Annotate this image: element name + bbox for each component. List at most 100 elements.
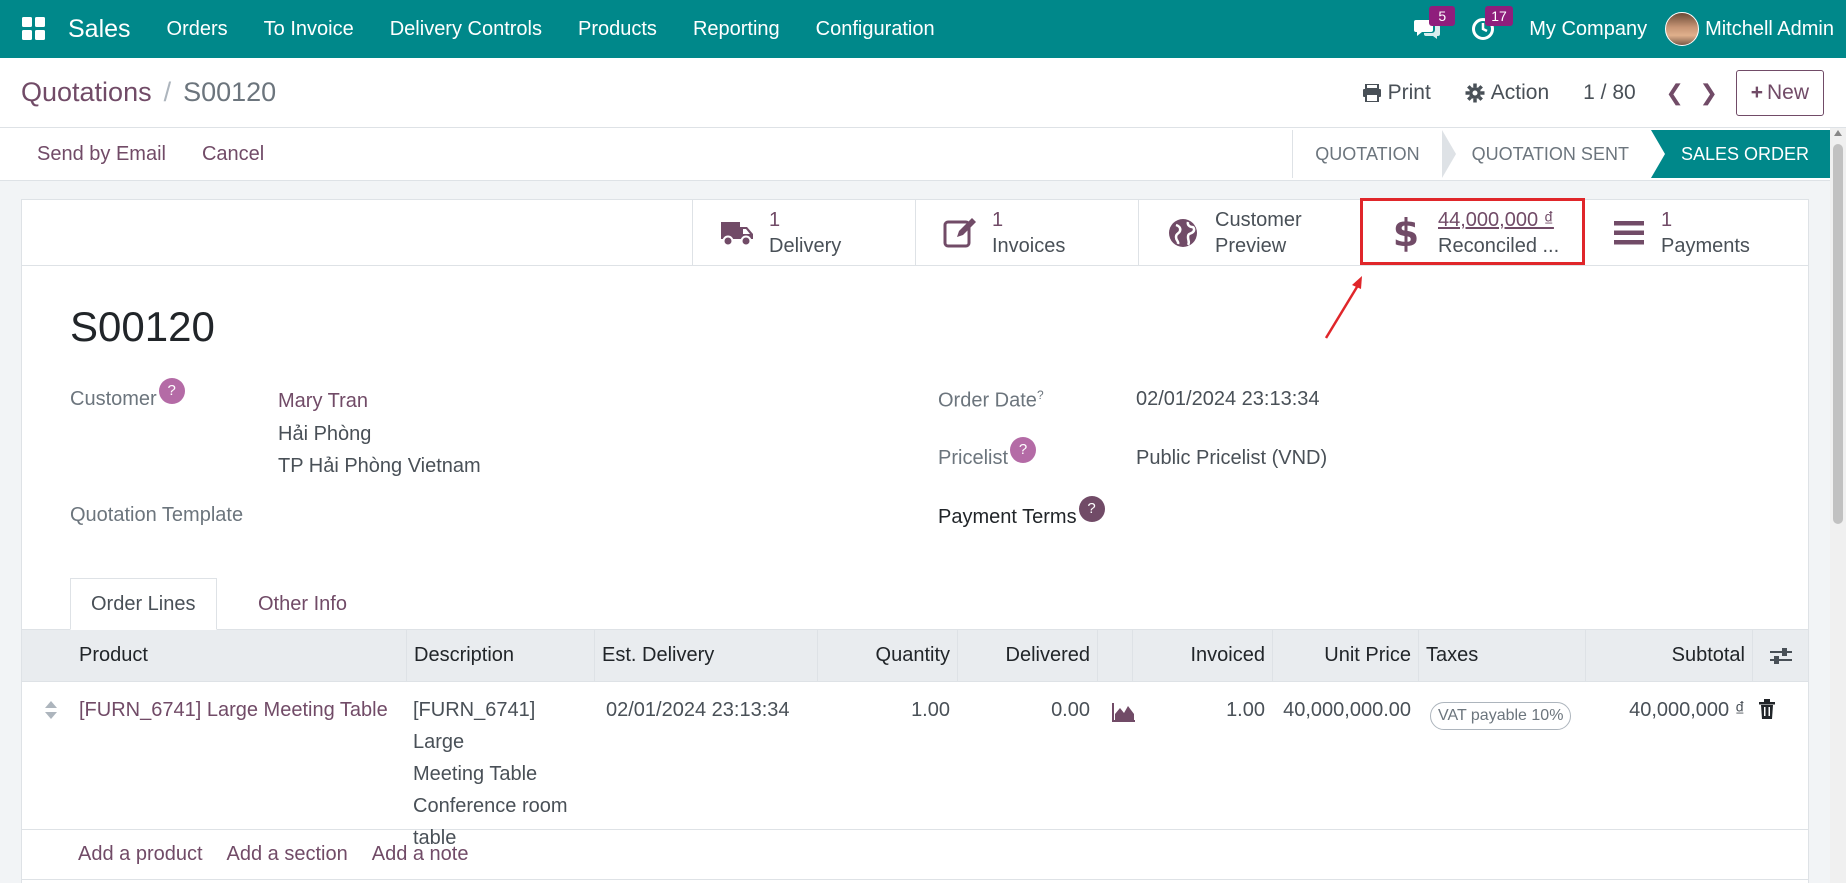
payment-terms-help-icon[interactable]: ?	[1078, 496, 1105, 522]
top-navbar: Sales Orders To Invoice Delivery Control…	[0, 0, 1846, 58]
control-panel: Quotations / S00120 Print Action 1 / 80 …	[0, 58, 1846, 128]
row-description-line: Meeting Table	[413, 763, 538, 785]
menu-reporting[interactable]: Reporting	[675, 0, 798, 58]
scroll-up-icon[interactable]	[1834, 130, 1842, 136]
invoices-label: Invoices	[992, 235, 1066, 257]
payments-smart-button[interactable]: 1 Payments	[1584, 200, 1808, 266]
svg-text:$: $	[1394, 214, 1418, 252]
row-taxes[interactable]: VAT payable 10%	[1423, 698, 1585, 730]
row-unit-price[interactable]: 40,000,000.00	[1272, 694, 1418, 726]
stage-sales-order[interactable]: SALES ORDER	[1650, 130, 1831, 178]
customer-preview-line2: Preview	[1215, 235, 1287, 257]
status-bar: Send by Email Cancel QUOTATION QUOTATION…	[0, 128, 1846, 181]
delivery-label: Delivery	[769, 235, 842, 257]
add-line-row: Add a product Add a section Add a note	[22, 830, 1808, 880]
breadcrumb-separator: /	[163, 77, 172, 107]
customer-city: Hải Phòng	[278, 423, 372, 445]
header-subtotal[interactable]: Subtotal	[1585, 630, 1752, 681]
user-menu[interactable]: Mitchell Admin	[1665, 12, 1846, 46]
app-brand[interactable]: Sales	[68, 15, 131, 44]
order-lines-header: Product Description Est. Delivery Quanti…	[22, 629, 1808, 682]
reconciled-amount-smart-button[interactable]: $ 44,000,000 ₫ Reconciled ...	[1361, 200, 1585, 266]
row-est-delivery[interactable]: 02/01/2024 23:13:34	[599, 694, 817, 726]
action-button[interactable]: Action	[1465, 81, 1549, 105]
header-product[interactable]: Product	[72, 630, 428, 681]
pricelist-value[interactable]: Public Pricelist (VND)	[1136, 447, 1327, 470]
drag-handle-icon[interactable]	[44, 699, 58, 724]
pricelist-label-text: Pricelist	[938, 447, 1009, 469]
row-description-line: [FURN_6741] Large	[413, 699, 536, 753]
page-scrollbar[interactable]	[1830, 128, 1846, 883]
menu-orders[interactable]: Orders	[149, 0, 246, 58]
header-quantity[interactable]: Quantity	[817, 630, 957, 681]
pager-next-icon[interactable]: ❯	[1692, 80, 1726, 106]
reconciled-label: Reconciled ...	[1438, 235, 1560, 257]
customer-name-link[interactable]: Mary Tran	[278, 390, 368, 413]
pager-value[interactable]: 1 / 80	[1583, 81, 1636, 105]
optional-columns-icon[interactable]	[1752, 630, 1808, 681]
customer-help-icon[interactable]: ?	[158, 378, 185, 404]
messages-button[interactable]: 5	[1399, 0, 1456, 58]
messages-count-badge: 5	[1429, 6, 1456, 26]
invoices-count: 1	[992, 209, 1004, 231]
tab-order-lines[interactable]: Order Lines	[70, 578, 217, 630]
customer-preview-line1: Customer	[1215, 209, 1302, 231]
order-date-value[interactable]: 02/01/2024 23:13:34	[1136, 388, 1320, 411]
add-product-link[interactable]: Add a product	[78, 843, 203, 866]
header-description[interactable]: Description	[406, 630, 594, 681]
payment-terms-label: Payment Terms?	[938, 496, 1105, 529]
add-section-link[interactable]: Add a section	[227, 843, 348, 866]
customer-preview-smart-button[interactable]: Customer Preview	[1138, 200, 1362, 266]
print-button[interactable]: Print	[1362, 81, 1431, 105]
send-by-email-button[interactable]: Send by Email	[37, 143, 166, 166]
new-button[interactable]: + New	[1735, 69, 1824, 116]
row-delivered: 0.00	[1051, 699, 1090, 721]
breadcrumb-current: S00120	[183, 77, 277, 107]
trash-icon[interactable]	[1759, 699, 1775, 724]
header-unit-price[interactable]: Unit Price	[1272, 630, 1418, 681]
plus-icon: +	[1750, 80, 1763, 104]
menu-configuration[interactable]: Configuration	[798, 0, 953, 58]
header-est-delivery[interactable]: Est. Delivery	[594, 630, 817, 681]
activities-button[interactable]: 17	[1455, 0, 1513, 58]
smart-button-bar: 1 Delivery 1 Invoices Customer Preview $…	[22, 200, 1808, 266]
gear-icon	[1465, 83, 1485, 102]
order-date-help-icon[interactable]: ?	[1037, 388, 1044, 402]
new-label: New	[1766, 80, 1809, 104]
row-quantity[interactable]: 1.00	[817, 694, 957, 726]
status-stages: QUOTATION QUOTATION SENT SALES ORDER	[1292, 130, 1831, 178]
dollar-icon: $	[1388, 214, 1424, 252]
apps-menu-icon[interactable]	[0, 0, 68, 58]
breadcrumb-quotations-link[interactable]: Quotations	[21, 77, 152, 108]
menu-delivery-controls[interactable]: Delivery Controls	[372, 0, 560, 58]
customer-label: Customer?	[70, 378, 185, 411]
pricelist-help-icon[interactable]: ?	[1010, 437, 1037, 463]
payment-terms-label-text: Payment Terms	[938, 506, 1077, 528]
pager-previous-icon[interactable]: ❮	[1658, 80, 1692, 106]
print-icon	[1362, 83, 1381, 102]
stage-quotation[interactable]: QUOTATION	[1292, 130, 1442, 178]
stage-quotation-sent[interactable]: QUOTATION SENT	[1441, 130, 1651, 178]
scroll-thumb[interactable]	[1833, 144, 1843, 524]
header-taxes[interactable]: Taxes	[1418, 630, 1585, 681]
delivery-smart-button[interactable]: 1 Delivery	[692, 200, 916, 266]
header-forecast-spacer	[1097, 630, 1132, 681]
header-delivered[interactable]: Delivered	[957, 630, 1097, 681]
header-invoiced[interactable]: Invoiced	[1132, 630, 1272, 681]
list-icon	[1611, 215, 1647, 251]
table-row[interactable]: [FURN_6741] Large Meeting Table [FURN_67…	[22, 682, 1808, 849]
pricelist-label: Pricelist?	[938, 437, 1037, 470]
row-subtotal: 40,000,000 ₫	[1629, 699, 1745, 721]
add-note-link[interactable]: Add a note	[372, 843, 469, 866]
delivery-count: 1	[769, 209, 781, 231]
menu-to-invoice[interactable]: To Invoice	[246, 0, 372, 58]
order-title: S00120	[70, 303, 215, 350]
action-label: Action	[1490, 80, 1550, 104]
company-switcher[interactable]: My Company	[1511, 18, 1665, 41]
customer-region: TP Hải Phòng Vietnam	[278, 455, 481, 477]
tab-other-info[interactable]: Other Info	[238, 578, 367, 630]
row-product[interactable]: [FURN_6741] Large Meeting Table	[72, 694, 406, 726]
menu-products[interactable]: Products	[560, 0, 675, 58]
cancel-button[interactable]: Cancel	[202, 143, 264, 166]
invoices-smart-button[interactable]: 1 Invoices	[915, 200, 1139, 266]
